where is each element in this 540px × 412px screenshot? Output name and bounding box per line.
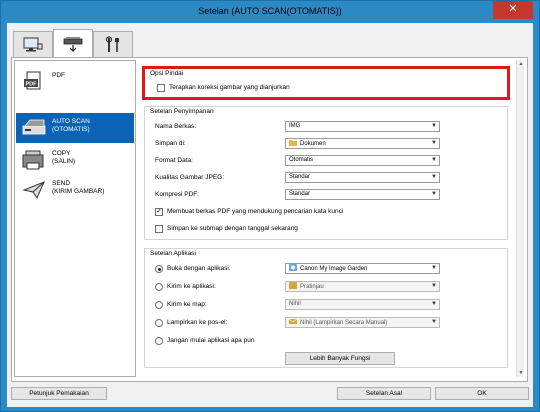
highlight-frame <box>142 66 510 100</box>
copy-icon <box>22 150 44 170</box>
jpeg-quality-label: Kualitas Gambar JPEG: <box>155 174 224 181</box>
save-settings-title: Setelan Penyimpanan <box>150 108 214 115</box>
chevron-down-icon[interactable]: ▼ <box>431 190 437 199</box>
app-icon <box>289 264 297 271</box>
footer-bar: Petunjuk Pemakaian Setelan Asal OK <box>7 383 533 407</box>
pdf-compression-value: Standar <box>289 191 311 197</box>
attach-email-radio[interactable] <box>155 319 163 327</box>
data-format-label: Format Data: <box>155 157 193 164</box>
file-name-combo[interactable]: IMG ▼ <box>285 121 440 132</box>
send-to-folder-value: Nihil <box>289 301 301 307</box>
file-name-value: IMG <box>289 123 301 129</box>
attach-email-select[interactable]: Nihil (Lampirkan Secara Manual) ▼ <box>285 317 440 328</box>
subfolder-date-label[interactable]: Simpan ke submap dengan tanggal sekarang <box>167 225 298 232</box>
data-format-value: Otomatis <box>289 157 314 163</box>
pdf-icon: PDF <box>24 71 41 90</box>
sidebar-item-label: PDF <box>52 72 65 79</box>
app-icon <box>289 282 297 289</box>
chevron-down-icon[interactable]: ▼ <box>431 318 437 327</box>
settings-window: Setelan (AUTO SCAN(OTOMATIS)) ✕ PDF PDF … <box>0 0 540 412</box>
pdf-compression-label: Kompresi PDF: <box>155 191 200 198</box>
mode-sidebar: PDF PDF AUTO SCAN (OTOMATIS) COPY (SALIN… <box>14 60 136 377</box>
send-to-app-select[interactable]: Pratinjau ▼ <box>285 281 440 292</box>
pdf-compression-select[interactable]: Standar ▼ <box>285 189 440 200</box>
chevron-down-icon[interactable]: ▼ <box>431 122 437 131</box>
save-in-label: Simpan di: <box>155 140 186 147</box>
sidebar-item-label: SEND (KIRIM GAMBAR) <box>52 180 105 195</box>
send-to-folder-radio[interactable] <box>155 301 163 309</box>
send-to-app-radio[interactable] <box>155 283 163 291</box>
scan-options-group: Opsi Pindai Terapkan koreksi gambar yang… <box>142 66 510 100</box>
jpeg-quality-value: Standar <box>289 174 311 180</box>
dialog-client: PDF PDF AUTO SCAN (OTOMATIS) COPY (SALIN… <box>7 23 533 407</box>
folder-icon <box>289 140 297 146</box>
chevron-down-icon[interactable]: ▼ <box>431 282 437 291</box>
file-name-label: Nama Berkas: <box>155 123 197 130</box>
settings-content[interactable]: Opsi Pindai Terapkan koreksi gambar yang… <box>140 60 524 377</box>
title-bar[interactable]: Setelan (AUTO SCAN(OTOMATIS)) ✕ <box>1 1 539 23</box>
tools-icon <box>105 35 119 52</box>
sidebar-item-auto-scan[interactable]: AUTO SCAN (OTOMATIS) <box>16 113 134 143</box>
sidebar-item-label: COPY (SALIN) <box>52 150 76 165</box>
chevron-down-icon[interactable]: ▼ <box>431 300 437 309</box>
chevron-down-icon[interactable]: ▼ <box>431 264 437 273</box>
attach-email-value: Nihil (Lampirkan Secara Manual) <box>300 320 388 326</box>
subfolder-date-checkbox[interactable] <box>155 225 163 233</box>
svg-text:PDF: PDF <box>26 82 38 88</box>
tab-scanner-panel[interactable] <box>53 29 93 57</box>
app-settings-group: Setelan Aplikasi Buka dengan aplikasi: C… <box>144 248 508 368</box>
send-icon <box>22 181 45 200</box>
open-with-app-radio[interactable] <box>155 265 163 273</box>
sidebar-item-pdf[interactable]: PDF PDF <box>16 67 134 97</box>
save-settings-group: Setelan Penyimpanan Nama Berkas: IMG ▼ S… <box>144 106 508 240</box>
defaults-button[interactable]: Setelan Asal <box>337 387 431 400</box>
scan-options-title: Opsi Pindai <box>150 70 184 77</box>
sidebar-item-copy[interactable]: COPY (SALIN) <box>16 145 134 175</box>
sidebar-item-label: AUTO SCAN (OTOMATIS) <box>52 118 90 133</box>
chevron-down-icon[interactable]: ▼ <box>431 156 437 165</box>
tab-scan-from-computer[interactable] <box>13 31 53 57</box>
content-scrollbar[interactable]: ▲ ▼ <box>516 60 524 377</box>
apply-correction-label[interactable]: Terapkan koreksi gambar yang dianjurkan <box>169 84 290 91</box>
tab-general-settings[interactable] <box>93 31 133 57</box>
close-button[interactable]: ✕ <box>493 1 533 19</box>
sidebar-item-send[interactable]: SEND (KIRIM GAMBAR) <box>16 175 134 205</box>
app-settings-title: Setelan Aplikasi <box>150 250 196 257</box>
no-app-label[interactable]: Jangan mulai aplikasi apa pun <box>167 337 254 344</box>
ok-button[interactable]: OK <box>435 387 529 400</box>
data-format-select[interactable]: Otomatis ▼ <box>285 155 440 166</box>
scroll-up-icon[interactable]: ▲ <box>517 60 524 68</box>
no-app-radio[interactable] <box>155 337 163 345</box>
more-functions-button[interactable]: Lebih Banyak Fungsi <box>285 352 395 365</box>
open-with-app-select[interactable]: Canon My Image Garden ▼ <box>285 263 440 274</box>
searchable-pdf-checkbox[interactable]: ✓ <box>155 208 163 216</box>
jpeg-quality-select[interactable]: Standar ▼ <box>285 172 440 183</box>
send-to-folder-select[interactable]: Nihil ▼ <box>285 299 440 310</box>
send-to-app-label[interactable]: Kirim ke aplikasi: <box>167 283 216 290</box>
window-title: Setelan (AUTO SCAN(OTOMATIS)) <box>198 6 342 16</box>
open-with-app-value: Canon My Image Garden <box>300 266 368 272</box>
mail-icon <box>289 318 297 324</box>
settings-panel: PDF PDF AUTO SCAN (OTOMATIS) COPY (SALIN… <box>11 57 528 382</box>
send-to-app-value: Pratinjau <box>300 284 324 290</box>
scanner-from-computer-icon <box>23 37 43 51</box>
attach-email-label[interactable]: Lampirkan ke pos-el: <box>167 319 227 326</box>
chevron-down-icon[interactable]: ▼ <box>431 139 437 148</box>
searchable-pdf-label[interactable]: Membuat berkas PDF yang mendukung pencar… <box>167 208 343 215</box>
send-to-folder-label[interactable]: Kirim ke map: <box>167 301 207 308</box>
open-with-app-label[interactable]: Buka dengan aplikasi: <box>167 265 231 272</box>
auto-scan-icon <box>22 119 46 135</box>
save-in-combo[interactable]: Dokumen ▼ <box>285 138 440 149</box>
save-in-value: Dokumen <box>300 141 326 147</box>
scanner-panel-icon <box>63 36 83 52</box>
instructions-button[interactable]: Petunjuk Pemakaian <box>11 387 107 400</box>
apply-correction-checkbox[interactable] <box>157 84 165 92</box>
chevron-down-icon[interactable]: ▼ <box>431 173 437 182</box>
scroll-down-icon[interactable]: ▼ <box>517 369 524 377</box>
